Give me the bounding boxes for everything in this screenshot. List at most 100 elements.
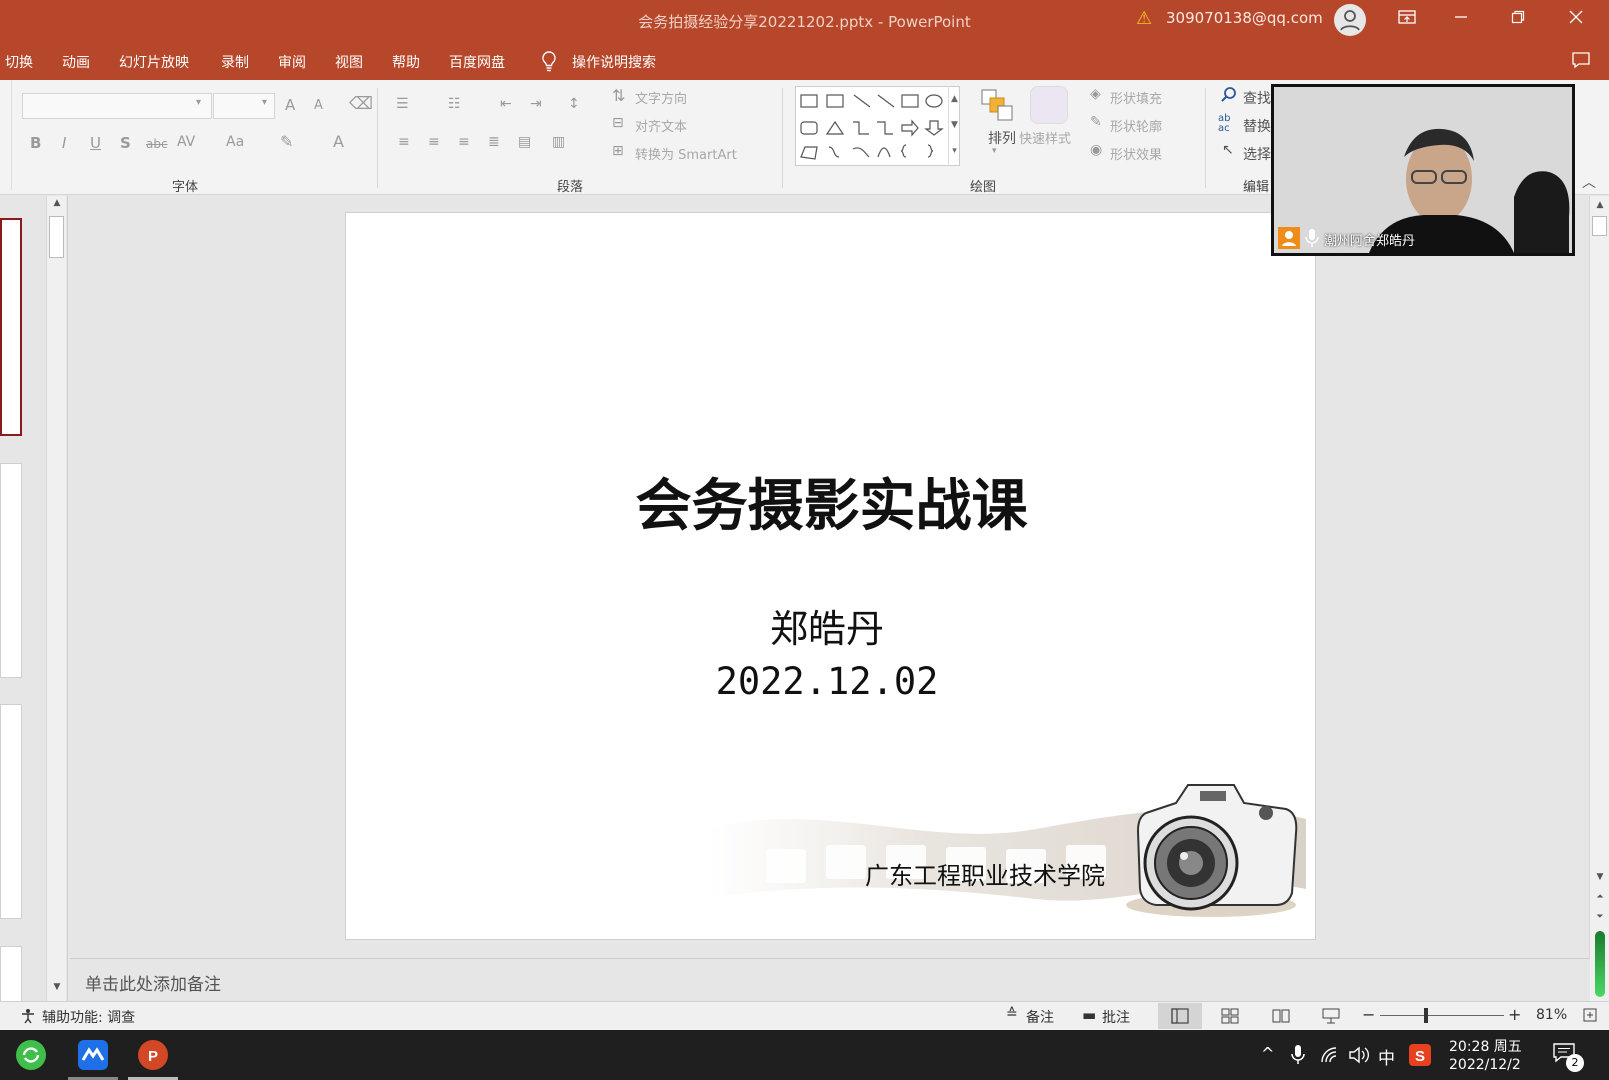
account-email[interactable]: 309070138@qq.com [1166,9,1323,27]
chevron-down-icon[interactable]: ▾ [262,97,267,108]
notes-toggle-button[interactable]: 备注 [1026,1007,1054,1027]
slide-thumbnail-3[interactable] [0,704,22,919]
distributed-icon[interactable]: ▤ [518,134,531,150]
zoom-in-button[interactable]: + [1508,1005,1521,1024]
previous-slide-icon[interactable]: ⏶ [1591,892,1609,902]
tab-baidu-netdisk[interactable]: 百度网盘 [449,52,505,72]
increase-indent-icon[interactable]: ⇥ [530,96,542,112]
quick-styles-icon[interactable] [1030,86,1068,124]
chevron-down-icon[interactable]: ▾ [196,97,201,108]
pen-icon[interactable]: ✎ [1090,114,1102,130]
network-icon[interactable] [1320,1046,1340,1068]
change-case-button[interactable]: Aa [226,134,244,150]
slide-date[interactable]: 2022.12.02 [346,660,1308,703]
zoom-slider-thumb[interactable] [1424,1008,1428,1023]
shape-effects-icon[interactable]: ◉ [1090,142,1102,158]
line-spacing-icon[interactable]: ↕ [568,96,580,112]
find-button[interactable]: 查找 [1243,88,1271,108]
align-text-icon[interactable]: ⊟ [612,115,624,131]
decrease-indent-icon[interactable]: ⇤ [500,96,512,112]
tab-animations[interactable]: 动画 [62,52,90,72]
zoom-level[interactable]: 81% [1536,1007,1567,1023]
align-right-icon[interactable]: ≡ [458,134,470,150]
shape-fill-button[interactable]: 形状填充 [1110,88,1162,107]
user-avatar-icon[interactable] [1334,4,1366,36]
slideshow-view-icon[interactable] [1322,1008,1340,1028]
tab-transitions[interactable]: 切换 [5,52,33,72]
slide-institution[interactable]: 广东工程职业技术学院 [865,856,1105,891]
tab-record[interactable]: 录制 [221,52,249,72]
convert-smartart-button[interactable]: 转换为 SmartArt [635,144,737,163]
tab-help[interactable]: 帮助 [392,52,420,72]
zoom-slider-track[interactable] [1380,1015,1504,1016]
input-method-indicator[interactable]: 中 [1378,1044,1395,1069]
justify-icon[interactable]: ≣ [488,134,500,150]
slide-canvas[interactable]: 会务摄影实战课 郑皓丹 2022.12.02 广东工程职业技术学院 [345,212,1316,940]
fit-to-window-icon[interactable] [1582,1007,1598,1027]
text-direction-button[interactable]: 文字方向 [635,88,687,107]
gallery-scroll[interactable]: ▲ ▼ ▾ [948,86,960,166]
browser-app-icon[interactable] [16,1040,46,1070]
align-left-icon[interactable]: ≡ [398,134,410,150]
thumbnail-scrollbar[interactable]: ▲ ▼ [46,196,66,1001]
accessibility-status[interactable]: 辅助功能: 调查 [42,1007,135,1027]
powerpoint-app-icon[interactable]: P [138,1040,168,1070]
scroll-up-icon[interactable]: ▲ [1591,200,1609,210]
comment-icon[interactable]: ▬ [1082,1006,1096,1024]
text-direction-icon[interactable]: ⇅ [612,86,625,105]
font-name-combobox[interactable] [22,93,212,119]
shape-outline-button[interactable]: 形状轮廓 [1110,116,1162,135]
grow-font-icon[interactable]: A [285,96,295,114]
zoom-out-button[interactable]: − [1362,1005,1375,1024]
notes-toggle-icon[interactable]: ≙ [1006,1006,1018,1022]
slide-title[interactable]: 会务摄影实战课 [346,461,1317,542]
highlight-icon[interactable]: ✎ [280,132,293,151]
columns-icon[interactable]: ▥ [552,134,565,150]
italic-button[interactable]: I [62,134,66,152]
close-icon[interactable] [1561,6,1591,34]
scroll-down-icon[interactable]: ▼ [1591,872,1609,882]
shape-effects-button[interactable]: 形状效果 [1110,144,1162,163]
replace-icon[interactable]: ab ac [1218,114,1240,134]
slide-thumbnail-1[interactable] [0,218,22,436]
notes-placeholder[interactable]: 单击此处添加备注 [85,970,221,995]
comments-icon[interactable] [1571,50,1591,74]
select-button[interactable]: 选择 [1243,144,1271,164]
cursor-icon[interactable]: ↖ [1222,142,1234,158]
scroll-down-icon[interactable]: ▼ [48,982,66,996]
tab-view[interactable]: 视图 [335,52,363,72]
next-slide-icon[interactable]: ⏷ [1591,912,1609,922]
slide-sorter-icon[interactable] [1221,1008,1239,1028]
numbering-icon[interactable]: ☷ [448,96,461,112]
character-spacing-button[interactable]: AV [177,134,195,150]
sogou-input-icon[interactable]: S [1409,1044,1431,1066]
arrange-icon[interactable] [980,88,1016,128]
strikethrough-button[interactable]: abc [146,137,168,151]
search-icon[interactable] [1220,86,1238,108]
microphone-tray-icon[interactable] [1291,1044,1305,1070]
smartart-icon[interactable]: ⊞ [612,143,624,159]
clock-date[interactable]: 2022/12/2 [1449,1057,1521,1073]
align-center-icon[interactable]: ≡ [428,134,440,150]
volume-icon[interactable] [1348,1045,1370,1069]
arrange-button[interactable]: 排列 [988,128,1016,148]
clear-formatting-icon[interactable]: ⌫ [349,94,373,114]
collapse-ribbon-icon[interactable]: ︿ [1582,172,1596,192]
bullets-icon[interactable]: ☰ [396,96,409,112]
search-instructions[interactable]: 操作说明搜索 [572,52,656,72]
shrink-font-icon[interactable]: A [314,98,323,113]
slide-author[interactable]: 郑皓丹 [346,598,1308,653]
bold-button[interactable]: B [30,134,41,152]
lightbulb-icon[interactable] [540,50,558,76]
slide-thumbnail-2[interactable] [0,463,22,678]
scroll-up-icon[interactable]: ▲ [48,198,66,212]
restore-icon[interactable] [1503,6,1533,34]
show-hidden-icons-caret[interactable]: ^ [1261,1044,1274,1063]
shapes-gallery[interactable] [795,86,960,166]
font-color-button[interactable]: A [333,132,344,151]
underline-button[interactable]: U [90,134,101,152]
tencent-meeting-app-icon[interactable] [78,1040,108,1070]
reading-view-icon[interactable] [1272,1008,1290,1028]
normal-view-button[interactable] [1158,1003,1202,1029]
text-shadow-button[interactable]: S [120,134,131,152]
